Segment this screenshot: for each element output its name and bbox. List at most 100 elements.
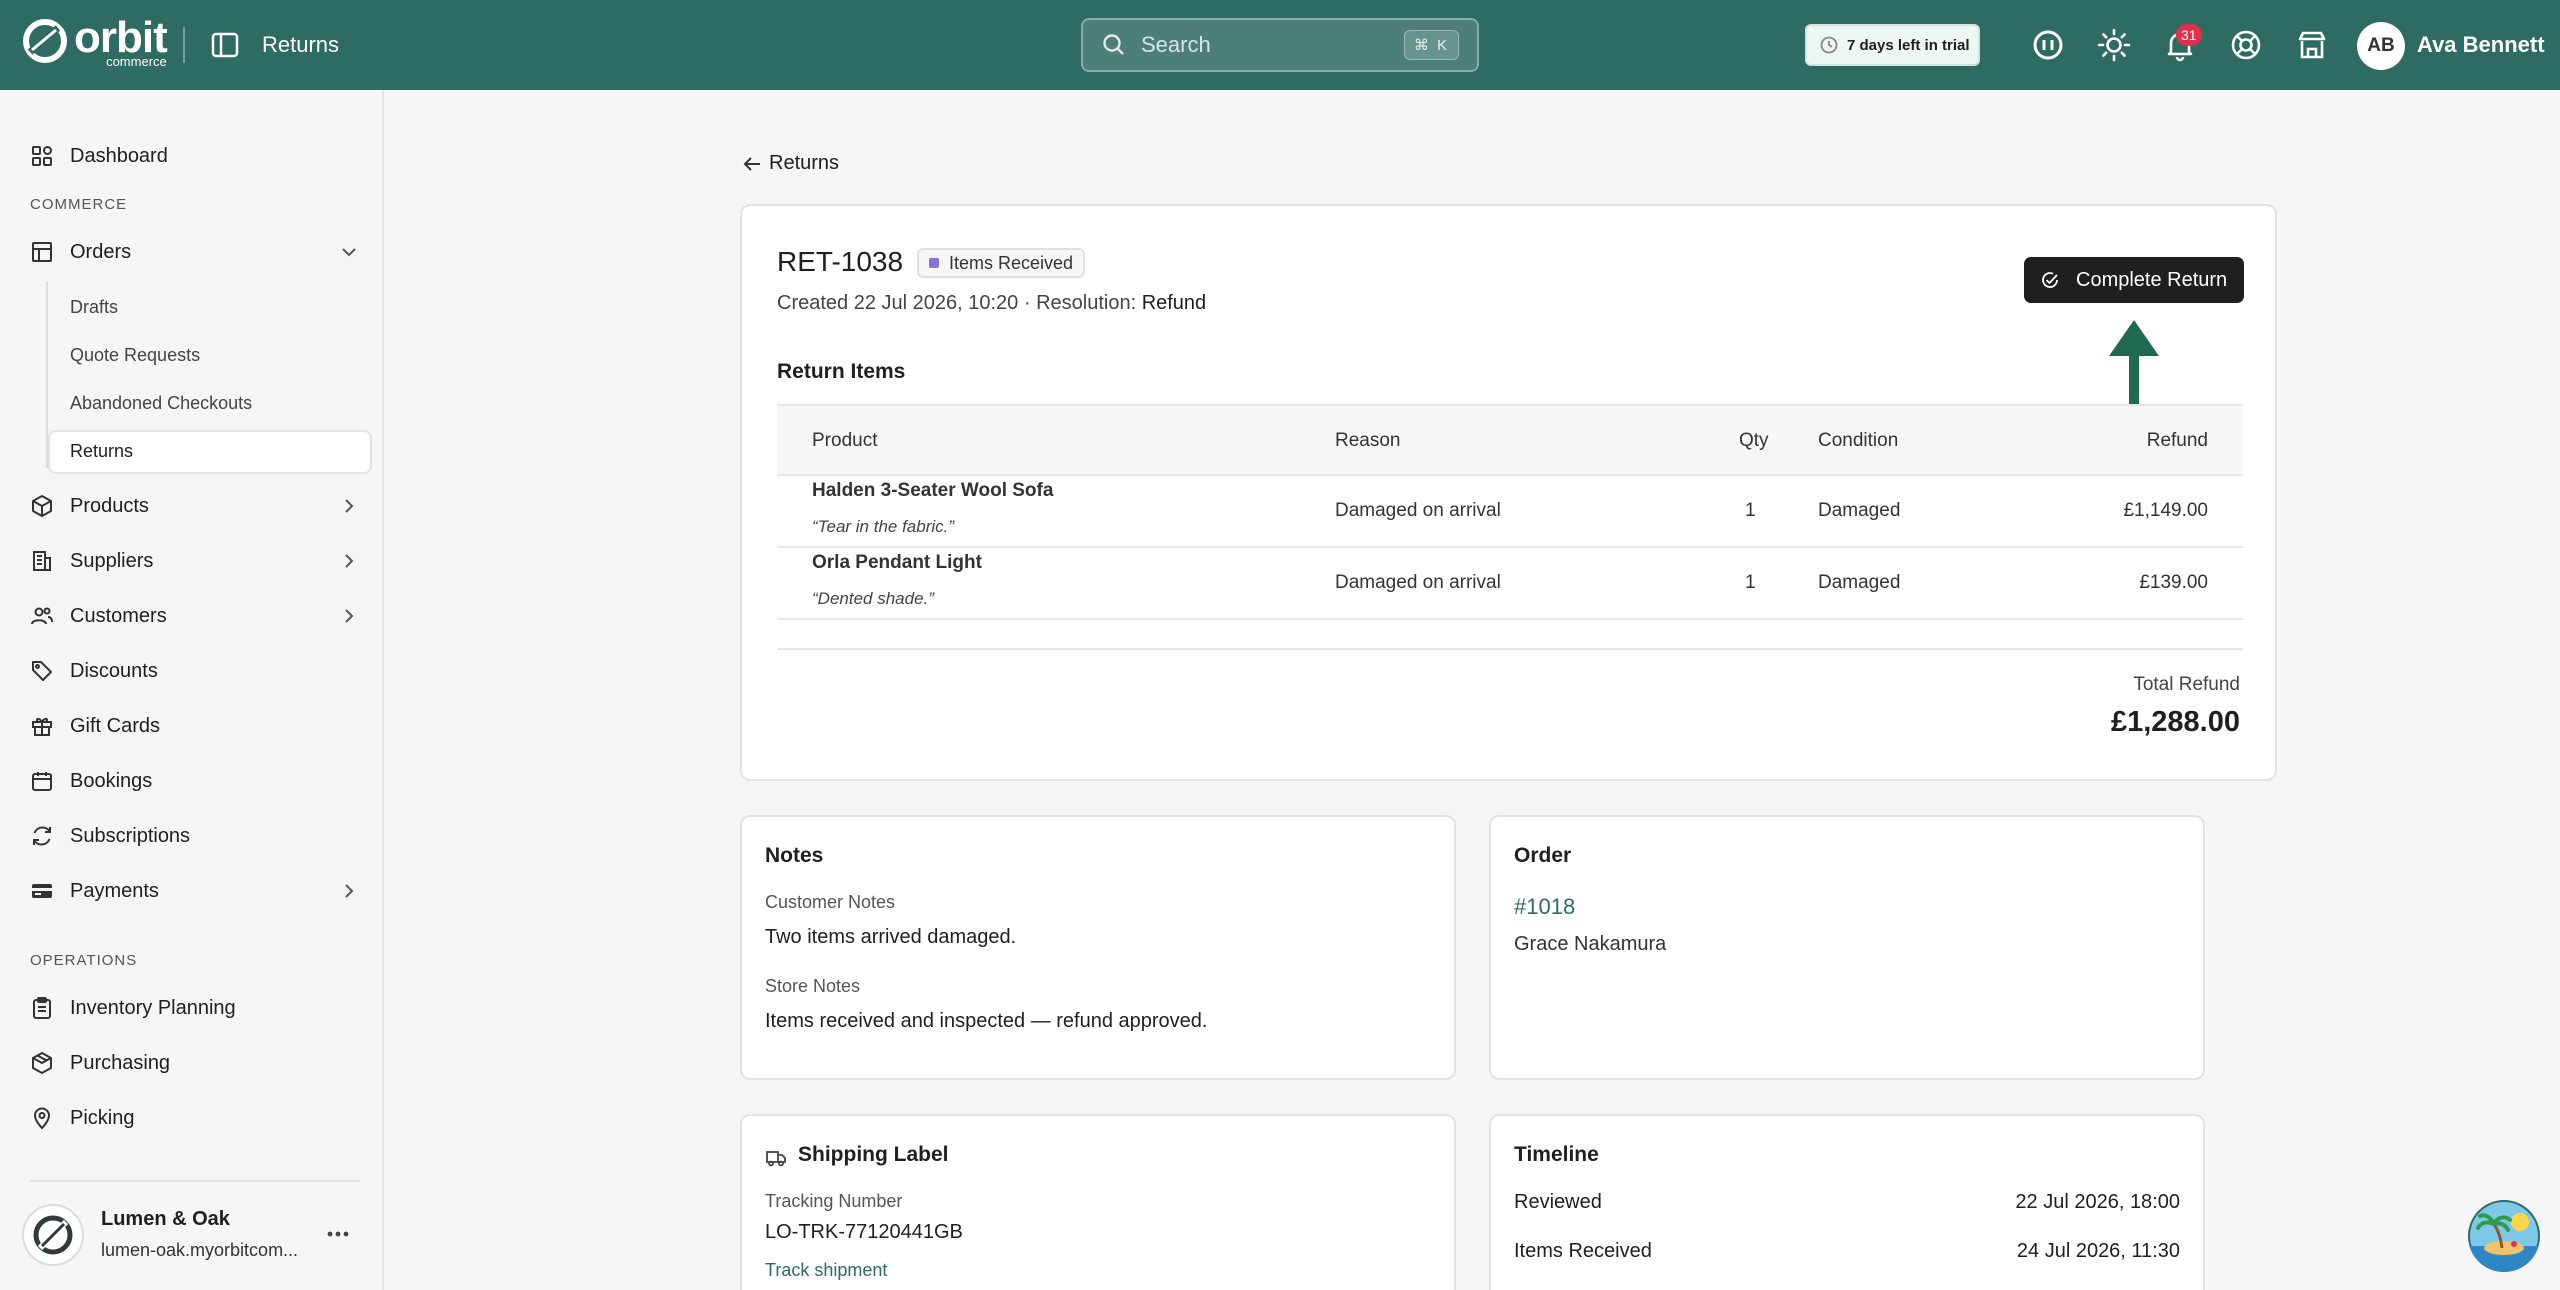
gift-icon — [32, 718, 52, 736]
sidebar-item-label: Customers — [70, 604, 167, 627]
brand-logo[interactable]: orbit commerce — [22, 13, 168, 68]
sidebar-item-label: Inventory Planning — [70, 996, 236, 1019]
storefront-icon[interactable] — [2294, 27, 2330, 63]
table-header: Product Reason Qty Condition Refund — [777, 404, 2243, 476]
total-refund-value: £1,288.00 — [2110, 706, 2240, 738]
sidebar-toggle-icon[interactable] — [210, 30, 240, 60]
complete-return-button[interactable]: Complete Return — [2024, 257, 2244, 303]
sidebar-item-purchasing[interactable]: Purchasing — [30, 1043, 360, 1083]
sidebar-item-suppliers[interactable]: Suppliers — [30, 541, 360, 581]
store-logo[interactable] — [22, 1204, 84, 1266]
divider — [777, 648, 2243, 650]
qty-cell: 1 — [1745, 500, 1756, 521]
col-qty: Qty — [1739, 430, 1769, 451]
dashboard-icon — [32, 146, 52, 166]
order-title: Order — [1514, 844, 1572, 867]
sidebar-item-label: Orders — [70, 240, 132, 263]
return-id: RET-1038 — [777, 246, 904, 277]
sidebar-item-label: Picking — [70, 1106, 135, 1129]
refund-cell: £139.00 — [2139, 572, 2208, 593]
timeline-event-date: 22 Jul 2026, 18:00 — [2015, 1191, 2180, 1213]
product-name: Halden 3-Seater Wool Sofa — [812, 480, 1054, 501]
sidebar-item-abandoned-checkouts[interactable]: Abandoned Checkouts — [70, 393, 252, 414]
sidebar-item-label: Subscriptions — [70, 824, 191, 847]
help-lifebuoy-icon[interactable] — [2228, 27, 2264, 63]
search-shortcut: ⌘ K — [1403, 30, 1459, 60]
map-pin-icon — [33, 1107, 51, 1130]
sidebar-item-picking[interactable]: Picking — [30, 1098, 360, 1138]
table-row: Halden 3-Seater Wool Sofa “Tear in the f… — [777, 476, 2243, 548]
island-illustration-icon — [2468, 1202, 2540, 1272]
section-label-operations: OPERATIONS — [30, 952, 138, 969]
col-reason: Reason — [1335, 430, 1401, 451]
brand-name: orbit — [74, 13, 168, 62]
search-placeholder: Search — [1141, 32, 1211, 57]
sidebar-item-customers[interactable]: Customers — [30, 596, 360, 636]
track-shipment-link[interactable]: Track shipment — [765, 1260, 887, 1281]
sidebar-item-products[interactable]: Products — [30, 486, 360, 526]
sidebar-item-discounts[interactable]: Discounts — [30, 651, 360, 691]
sidebar-item-label: Payments — [70, 879, 159, 902]
back-link[interactable]: Returns — [741, 152, 839, 175]
timeline-title: Timeline — [1514, 1143, 1599, 1166]
tracking-number-value: LO-TRK-77120441GB — [765, 1221, 963, 1243]
sidebar: Dashboard COMMERCE Orders Drafts Quote R… — [0, 90, 384, 1290]
sidebar-item-label: Discounts — [70, 659, 158, 682]
reason-cell: Damaged on arrival — [1335, 572, 1501, 593]
sidebar-item-label: Dashboard — [70, 144, 168, 167]
search-input[interactable]: Search ⌘ K — [1081, 18, 1479, 72]
chevron-right-icon[interactable] — [338, 550, 360, 572]
status-text: Items Received — [949, 252, 1074, 273]
sidebar-item-orders[interactable]: Orders — [30, 232, 360, 272]
tracking-number-label: Tracking Number — [765, 1191, 903, 1211]
package-icon — [32, 1052, 52, 1074]
sidebar-item-dashboard[interactable]: Dashboard — [30, 136, 360, 176]
sidebar-item-inventory-planning[interactable]: Inventory Planning — [30, 988, 360, 1028]
avatar[interactable]: AB — [2357, 22, 2405, 70]
timeline-event: Items Received 24 Jul 2026, 11:30 — [1514, 1240, 2180, 1263]
sidebar-item-returns[interactable]: Returns — [70, 441, 133, 462]
reason-cell: Damaged on arrival — [1335, 500, 1501, 521]
sidebar-item-quote-requests[interactable]: Quote Requests — [70, 345, 200, 366]
qty-cell: 1 — [1745, 572, 1756, 593]
chevron-right-icon[interactable] — [338, 605, 360, 627]
sidebar-item-bookings[interactable]: Bookings — [30, 761, 360, 801]
more-horizontal-icon[interactable] — [324, 1220, 352, 1248]
order-number-link[interactable]: #1018 — [1514, 894, 1575, 920]
chat-assistant-button[interactable] — [2468, 1200, 2540, 1272]
sidebar-item-subscriptions[interactable]: Subscriptions — [30, 816, 360, 856]
refresh-icon — [33, 826, 51, 846]
timeline-event-date: 24 Jul 2026, 11:30 — [2016, 1240, 2180, 1262]
calendar-icon — [32, 772, 52, 791]
refund-cell: £1,149.00 — [2123, 500, 2208, 521]
status-badge: Items Received — [917, 248, 1086, 278]
col-refund: Refund — [2146, 430, 2208, 451]
sidebar-item-gift-cards[interactable]: Gift Cards — [30, 706, 360, 746]
sidebar-item-label: Gift Cards — [70, 714, 161, 737]
created-text: Created 22 Jul 2026, 10:20 · Resolution: — [777, 292, 1142, 314]
condition-cell: Damaged — [1818, 500, 1901, 521]
return-details-card: RET-1038 Items Received Created 22 Jul 2… — [740, 204, 2277, 781]
timeline-event: Reviewed 22 Jul 2026, 18:00 — [1514, 1191, 2180, 1214]
product-name: Orla Pendant Light — [812, 552, 982, 573]
divider — [30, 1180, 360, 1182]
chevron-right-icon[interactable] — [338, 880, 360, 902]
theme-sun-icon[interactable] — [2096, 27, 2132, 63]
trial-badge[interactable]: 7 days left in trial — [1805, 24, 1980, 66]
ai-assistant-icon[interactable] — [2030, 27, 2066, 63]
sidebar-item-payments[interactable]: Payments — [30, 871, 360, 911]
chevron-right-icon[interactable] — [338, 495, 360, 517]
sidebar-item-drafts[interactable]: Drafts — [70, 297, 118, 318]
clock-icon — [1820, 36, 1838, 54]
resolution-value: Refund — [1141, 292, 1207, 314]
condition-cell: Damaged — [1818, 572, 1901, 593]
return-items-title: Return Items — [777, 360, 906, 383]
store-logo-icon — [33, 1215, 73, 1255]
shipping-label-card: Shipping Label Tracking Number LO-TRK-77… — [740, 1114, 1456, 1290]
store-url: lumen-oak.myorbitcom... — [101, 1240, 299, 1260]
chevron-down-icon[interactable] — [338, 241, 360, 263]
user-name[interactable]: Ava Bennett — [2417, 32, 2545, 58]
table-row: Orla Pendant Light “Dented shade.” Damag… — [777, 548, 2243, 620]
section-label-commerce: COMMERCE — [30, 196, 128, 213]
store-notes-value: Items received and inspected — refund ap… — [765, 1010, 1208, 1032]
